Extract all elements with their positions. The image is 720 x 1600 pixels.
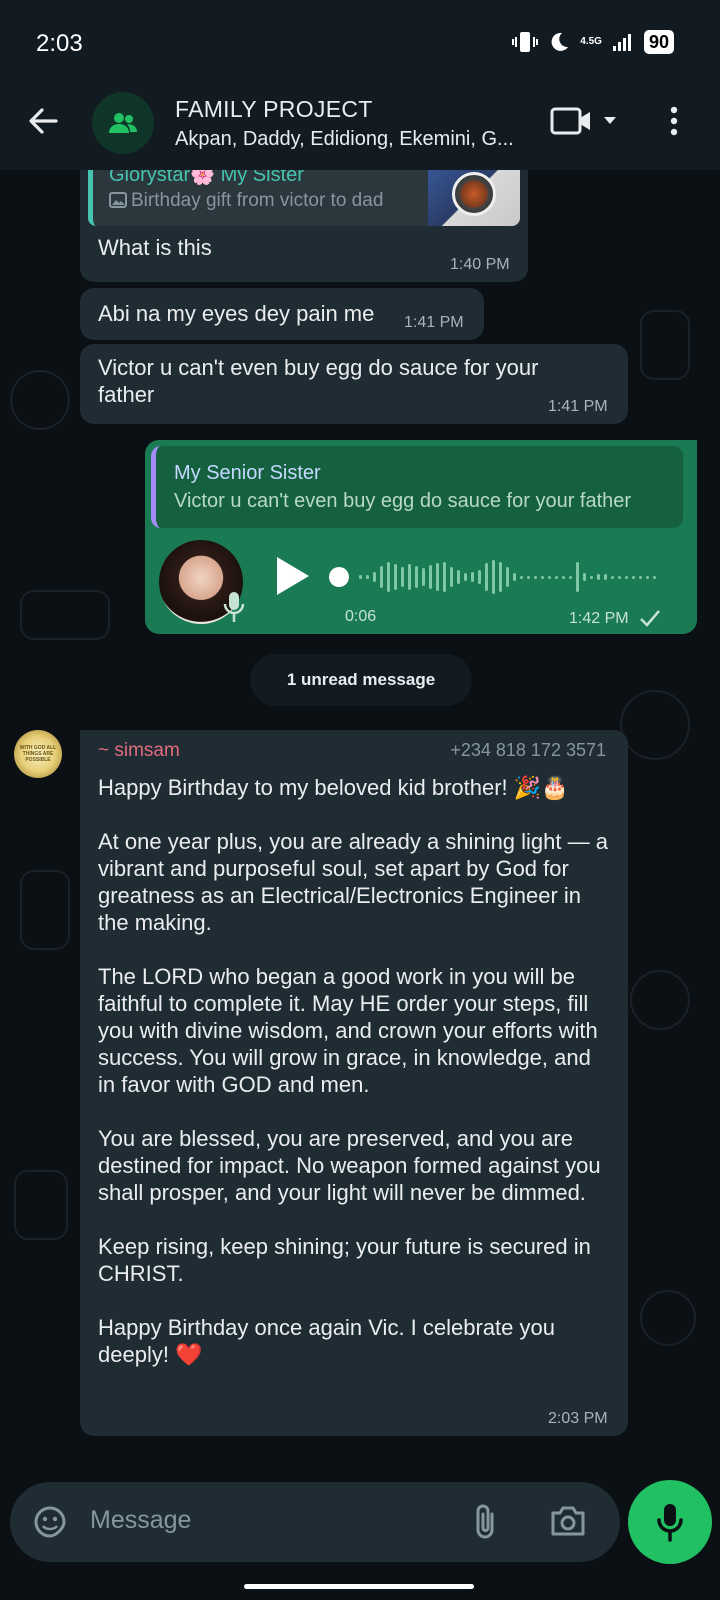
- group-avatar[interactable]: [92, 92, 154, 154]
- message-bubble[interactable]: ~ simsam +234 818 172 3571 Happy Birthda…: [80, 730, 628, 1436]
- do-not-disturb-moon-icon: [551, 32, 569, 51]
- message-time: 1:41 PM: [548, 398, 608, 415]
- quoted-snippet: Victor u can't even buy egg do sauce for…: [174, 490, 632, 512]
- message-bubble[interactable]: Glorystar🌸 My Sister Birthday gift from …: [80, 170, 528, 282]
- message-time: 1:41 PM: [404, 314, 464, 331]
- message-text: Abi na my eyes dey pain me: [98, 301, 375, 326]
- message-paragraph: Keep rising, keep shining; your future i…: [98, 1234, 591, 1286]
- wallpaper-doodle: [640, 310, 690, 380]
- voice-record-button[interactable]: [628, 1480, 712, 1564]
- message-time: 1:40 PM: [450, 256, 510, 273]
- message-time: 2:03 PM: [548, 1410, 608, 1427]
- message-text: Victor u can't even buy egg do sauce for…: [98, 355, 539, 407]
- quoted-image-thumbnail: [428, 170, 520, 226]
- group-people-icon: [109, 113, 137, 133]
- message-input[interactable]: Message: [90, 1506, 191, 1535]
- avatar-text: WITH GOD ALL THINGS ARE POSSIBLE: [19, 745, 57, 763]
- quoted-sender-name: Glorystar🌸 My Sister: [109, 170, 304, 186]
- message-body: Happy Birthday to my beloved kid brother…: [98, 774, 613, 1368]
- more-vertical-icon: [670, 106, 678, 136]
- wallpaper-doodle: [20, 590, 110, 640]
- message-paragraph: Happy Birthday once again Vic. I celebra…: [98, 1315, 555, 1367]
- unread-messages-divider: 1 unread message: [250, 654, 472, 706]
- play-icon[interactable]: [271, 554, 313, 598]
- sender-name[interactable]: ~ simsam: [98, 740, 180, 762]
- message-paragraph: You are blessed, you are preserved, and …: [98, 1126, 601, 1205]
- image-icon: [109, 192, 127, 208]
- message-paragraph: At one year plus, you are already a shin…: [98, 829, 608, 935]
- message-time: 1:42 PM: [569, 610, 629, 627]
- chat-subtitle-members[interactable]: Akpan, Daddy, Edidiong, Ekemini, G...: [175, 128, 525, 151]
- microphone-icon: [223, 592, 245, 622]
- message-text: What is this: [98, 235, 212, 260]
- wallpaper-doodle: [640, 1290, 696, 1346]
- message-input-bar: Message: [10, 1482, 620, 1562]
- battery-level: 90: [643, 30, 674, 54]
- camera-icon[interactable]: [550, 1504, 586, 1538]
- attach-paperclip-icon[interactable]: [472, 1502, 498, 1542]
- wallpaper-doodle: [20, 870, 70, 950]
- quoted-reply[interactable]: My Senior Sister Victor u can't even buy…: [151, 446, 683, 528]
- quoted-snippet: Birthday gift from victor to dad: [109, 190, 383, 212]
- wallpaper-doodle: [620, 690, 690, 760]
- voice-duration: 0:06: [345, 608, 377, 625]
- microphone-icon: [657, 1504, 683, 1542]
- status-icons: 4.5G 90: [512, 30, 674, 54]
- playback-scrubber[interactable]: [329, 567, 349, 587]
- outgoing-voice-message[interactable]: My Senior Sister Victor u can't even buy…: [145, 440, 697, 634]
- message-paragraph: The LORD who began a good work in you wi…: [98, 964, 598, 1097]
- chat-header: FAMILY PROJECT Akpan, Daddy, Edidiong, E…: [0, 88, 720, 170]
- thumbnail-food: [452, 172, 496, 216]
- message-bubble[interactable]: Victor u can't even buy egg do sauce for…: [80, 344, 628, 424]
- sent-check-icon: [640, 610, 660, 627]
- back-arrow-icon[interactable]: [26, 104, 60, 138]
- voice-waveform[interactable]: [329, 552, 659, 602]
- wallpaper-doodle: [10, 370, 70, 430]
- sender-phone: +234 818 172 3571: [450, 740, 606, 760]
- quoted-snippet-text: Birthday gift from victor to dad: [131, 190, 384, 211]
- wallpaper-doodle: [14, 1170, 68, 1240]
- video-call-button[interactable]: [550, 106, 618, 141]
- status-time: 2:03: [36, 30, 83, 57]
- sender-avatar[interactable]: WITH GOD ALL THINGS ARE POSSIBLE: [14, 730, 62, 778]
- chat-area[interactable]: Glorystar🌸 My Sister Birthday gift from …: [0, 170, 720, 1480]
- overflow-menu-button[interactable]: [670, 106, 678, 141]
- gesture-navigation-handle[interactable]: [244, 1584, 474, 1589]
- chat-title[interactable]: FAMILY PROJECT: [175, 96, 373, 123]
- sticker-emoji-icon[interactable]: [32, 1504, 68, 1540]
- message-bubble[interactable]: Abi na my eyes dey pain me 1:41 PM: [80, 288, 484, 340]
- video-camera-icon: [550, 107, 616, 135]
- network-type: 4.5G: [580, 36, 602, 47]
- signal-icon: [612, 34, 631, 51]
- vibrate-icon: [512, 32, 539, 52]
- quoted-sender-name: My Senior Sister: [174, 462, 321, 484]
- wallpaper-doodle: [630, 970, 690, 1030]
- status-bar: 2:03 4.5G 90: [0, 0, 720, 88]
- quoted-reply[interactable]: Glorystar🌸 My Sister Birthday gift from …: [88, 170, 520, 226]
- message-paragraph: Happy Birthday to my beloved kid brother…: [98, 775, 569, 800]
